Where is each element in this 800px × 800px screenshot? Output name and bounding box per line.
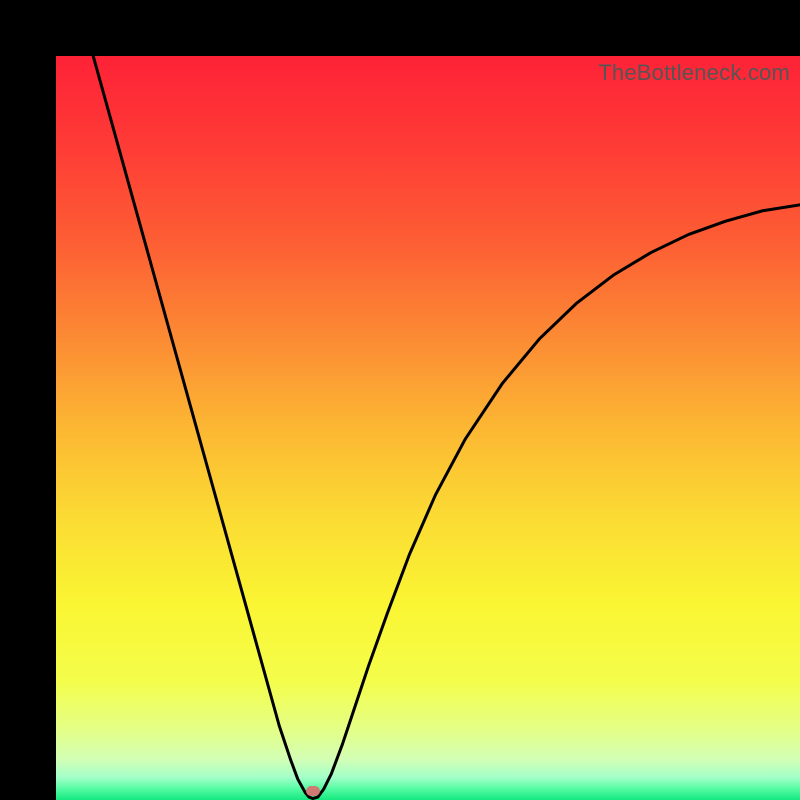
chart-frame: TheBottleneck.com	[0, 0, 800, 800]
bottleneck-curve	[56, 56, 800, 800]
optimal-point-marker	[306, 786, 320, 796]
watermark-text: TheBottleneck.com	[598, 60, 790, 86]
plot-area: TheBottleneck.com	[56, 56, 800, 800]
